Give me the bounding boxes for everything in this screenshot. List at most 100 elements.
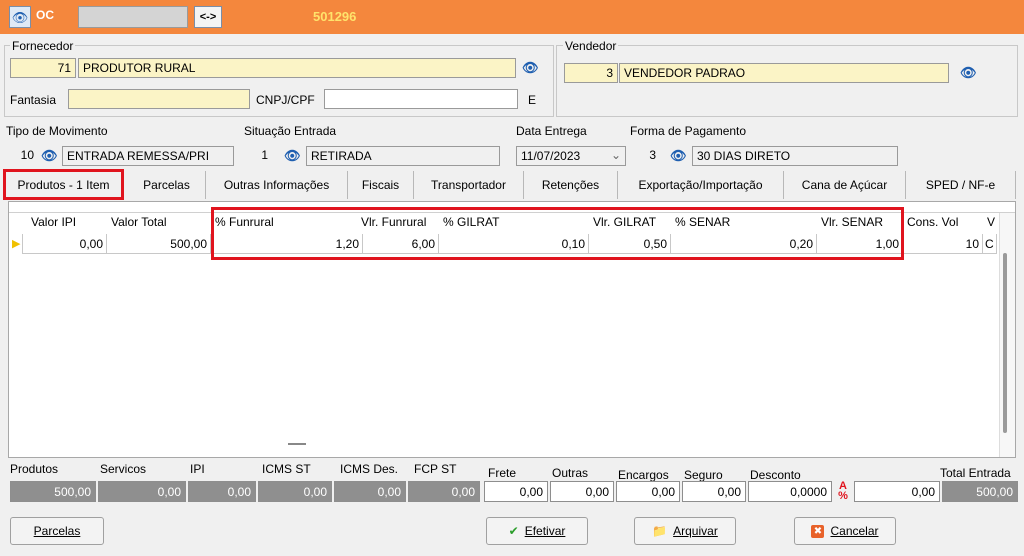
total-produtos-label: Produtos	[10, 462, 59, 476]
tab-retencoes-label: Retenções	[541, 178, 600, 192]
payment-search-icon[interactable]: 👁	[670, 149, 687, 163]
entry-status-code-field[interactable]: 1	[244, 146, 272, 166]
delivery-date-picker[interactable]: 11/07/2023 ⌄	[516, 146, 626, 166]
movement-label: Tipo de Movimento	[6, 124, 108, 138]
cnpj-field[interactable]	[324, 89, 518, 109]
total-encargos-label: Encargos	[618, 468, 669, 482]
fantasia-field[interactable]	[68, 89, 250, 109]
discount-percent-field[interactable]: 0,0000	[748, 481, 832, 502]
total-icms-des-label: ICMS Des.	[340, 462, 399, 476]
total-produtos-value: 500,00	[10, 481, 96, 502]
entry-status-label: Situação Entrada	[244, 124, 337, 138]
scrollbar-thumb[interactable]	[1003, 253, 1007, 433]
check-icon: ✔	[508, 524, 519, 538]
total-icms-st-value: 0,00	[258, 481, 332, 502]
tab-cana[interactable]: Cana de Açúcar	[784, 171, 906, 199]
total-entrada-value: 500,00	[942, 481, 1018, 502]
total-encargos-field[interactable]: 0,00	[616, 481, 680, 502]
grid-scrollbar[interactable]	[999, 213, 1015, 457]
total-ipi-value: 0,00	[188, 481, 256, 502]
total-entrada-label: Total Entrada	[940, 466, 1011, 480]
total-servicos-label: Servicos	[100, 462, 147, 476]
tab-outras-label: Outras Informações	[223, 178, 330, 192]
parcelas-button[interactable]: Parcelas	[10, 517, 104, 545]
tab-exportacao[interactable]: Exportação/Importação	[618, 171, 784, 199]
tab-cana-label: Cana de Açúcar	[801, 178, 888, 192]
tab-outras-informacoes[interactable]: Outras Informações	[206, 171, 348, 199]
total-frete-label: Frete	[488, 466, 517, 480]
total-frete-field[interactable]: 0,00	[484, 481, 548, 502]
delivery-date-label: Data Entrega	[516, 124, 587, 138]
chevron-down-icon: ⌄	[610, 148, 621, 162]
fantasia-label: Fantasia	[10, 93, 57, 107]
entry-status-name-field[interactable]: RETIRADA	[306, 146, 500, 166]
cell-valor-total[interactable]: 500,00	[107, 234, 211, 254]
seller-code-field[interactable]: 3	[564, 63, 618, 83]
total-icms-des-value: 0,00	[334, 481, 406, 502]
tab-parcelas-label: Parcelas	[143, 178, 190, 192]
tab-sped[interactable]: SPED / NF-e	[906, 171, 1016, 199]
row-pointer-icon: ▶	[12, 238, 21, 250]
entry-status-search-icon[interactable]: 👁	[284, 149, 301, 163]
arquivar-button-label: Arquivar	[673, 524, 718, 538]
search-button[interactable]: 👁	[9, 6, 31, 28]
payment-name-field[interactable]: 30 DIAS DIRETO	[692, 146, 898, 166]
cell-valor-ipi[interactable]: 0,00	[23, 234, 107, 254]
total-servicos-value: 0,00	[98, 481, 186, 502]
supplier-name-field[interactable]: PRODUTOR RURAL	[78, 58, 516, 78]
total-desconto-field[interactable]: 0,00	[854, 481, 940, 502]
highlight-columns-box	[211, 207, 904, 260]
total-icms-st-label: ICMS ST	[262, 462, 311, 476]
col-cons-vol[interactable]: Cons. Vol	[904, 212, 958, 232]
person-type-label: E	[528, 93, 537, 107]
movement-search-icon[interactable]: 👁	[41, 149, 58, 163]
tab-fiscais[interactable]: Fiscais	[348, 171, 414, 199]
cell-v[interactable]: C	[983, 234, 997, 254]
cancelar-button-label: Cancelar	[830, 524, 879, 538]
row-indicator: ▶	[9, 234, 23, 254]
payment-label: Forma de Pagamento	[630, 124, 747, 138]
total-seguro-label: Seguro	[684, 468, 723, 482]
arquivar-button[interactable]: 📁 Arquivar	[634, 517, 736, 545]
tab-transportador-label: Transportador	[431, 178, 506, 192]
total-ipi-label: IPI	[190, 462, 205, 476]
supplier-search-icon[interactable]: 👁	[522, 61, 539, 75]
cancelar-button[interactable]: ✖ Cancelar	[794, 517, 896, 545]
delivery-date-value: 11/07/2023	[521, 149, 581, 163]
movement-name-field[interactable]: ENTRADA REMESSA/PRI	[62, 146, 234, 166]
total-fcp-st-value: 0,00	[408, 481, 480, 502]
cancel-icon: ✖	[811, 524, 825, 538]
tab-parcelas[interactable]: Parcelas	[128, 171, 206, 199]
tab-fiscais-label: Fiscais	[361, 178, 400, 192]
navigate-button[interactable]: <->	[194, 6, 222, 28]
supplier-code-field[interactable]: 71	[10, 58, 76, 78]
doc-code-input[interactable]	[78, 6, 188, 28]
total-outras-label: Outras	[552, 466, 589, 480]
navigate-label: <->	[199, 11, 217, 23]
col-valor-ipi[interactable]: Valor IPI	[28, 212, 76, 232]
document-id: 501296	[313, 9, 357, 24]
archive-icon: 📁	[652, 524, 668, 538]
supplier-group-label: Fornecedor	[10, 39, 76, 53]
cell-cons-vol[interactable]: 10	[903, 234, 983, 254]
efetivar-button[interactable]: ✔ Efetivar	[486, 517, 588, 545]
tab-retencoes[interactable]: Retenções	[524, 171, 618, 199]
total-outras-field[interactable]: 0,00	[550, 481, 614, 502]
doc-type-label: OC	[36, 8, 54, 22]
seller-search-icon[interactable]: 👁	[960, 66, 977, 80]
resize-handle[interactable]	[288, 443, 306, 445]
seller-name-field[interactable]: VENDEDOR PADRAO	[619, 63, 949, 83]
movement-code-field[interactable]: 10	[6, 146, 38, 166]
col-valor-total[interactable]: Valor Total	[108, 212, 167, 232]
total-fcp-st-label: FCP ST	[414, 462, 457, 476]
payment-code-field[interactable]: 3	[632, 146, 660, 166]
binoculars-icon: 👁	[11, 9, 29, 25]
tab-transportador[interactable]: Transportador	[414, 171, 524, 199]
tab-exportacao-label: Exportação/Importação	[638, 178, 763, 192]
discount-toggle-icon[interactable]: A%	[836, 481, 850, 502]
parcelas-button-label: Parcelas	[33, 524, 81, 538]
col-v[interactable]: V	[984, 212, 995, 232]
total-seguro-field[interactable]: 0,00	[682, 481, 746, 502]
efetivar-button-label: Efetivar	[524, 524, 566, 538]
total-desconto-label: Desconto	[750, 468, 801, 482]
